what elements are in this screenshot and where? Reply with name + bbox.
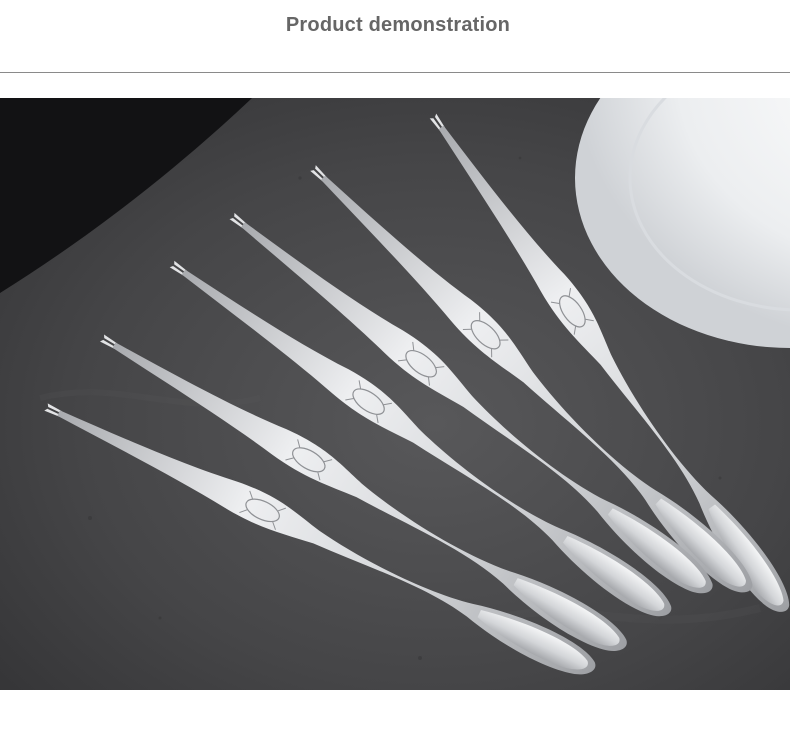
product-photo [0,98,790,690]
page-header: Product demonstration [0,0,790,72]
page-title: Product demonstration [285,14,511,36]
header-divider [0,72,790,73]
product-photo-illustration [0,98,790,690]
